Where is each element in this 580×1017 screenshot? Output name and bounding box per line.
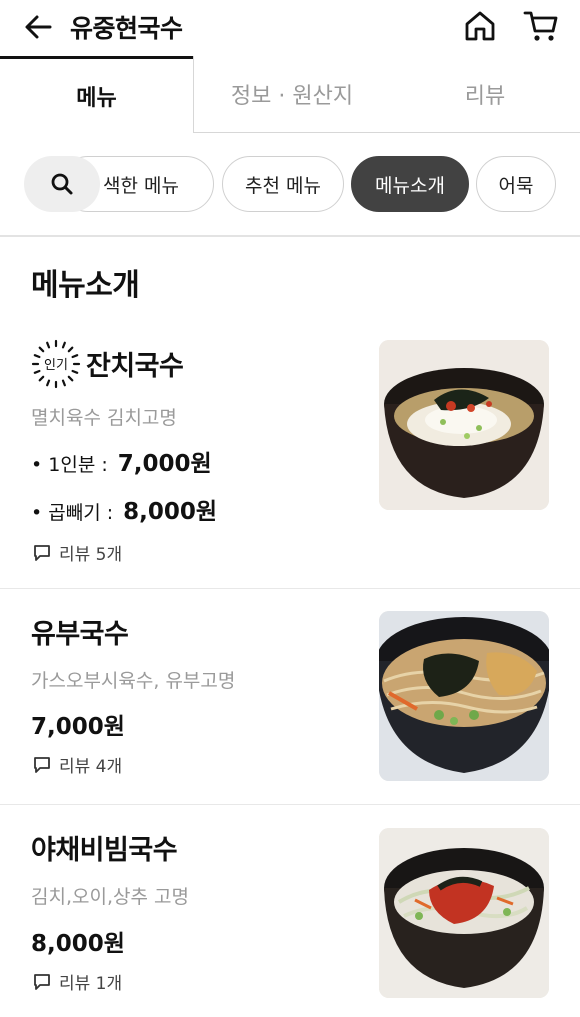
menu-item-name: 유부국수: [31, 619, 129, 650]
svg-text:인기: 인기: [44, 358, 68, 373]
tab-menu[interactable]: 메뉴: [0, 56, 193, 133]
menu-item[interactable]: 유부국수 가스오부시육수, 유부고명 7,000원 리뷰 4개: [0, 596, 580, 796]
review-count-label: 리뷰 4개: [59, 757, 123, 777]
search-button[interactable]: [24, 156, 100, 212]
review-count-label: 리뷰 5개: [59, 545, 123, 565]
comment-icon: [34, 756, 50, 773]
menu-item-photo: [379, 828, 549, 998]
home-button[interactable]: [462, 8, 498, 44]
menu-item[interactable]: 인기 잔치국수 멸치육수 김치고명 • 1인분 : 7,000원 • 곱빼기 :…: [0, 330, 580, 588]
price-value: 8,000원: [123, 499, 218, 525]
chip-recommended[interactable]: 추천 메뉴: [222, 156, 344, 212]
arrow-left-icon: [25, 15, 52, 39]
page-title: 유중현국수: [70, 14, 183, 43]
review-count: 리뷰 4개: [33, 752, 122, 777]
menu-item-name: 야채비빔국수: [31, 835, 178, 866]
item-divider: [0, 804, 580, 805]
tab-bar: 메뉴 정보 · 원산지 리뷰: [0, 56, 580, 133]
review-count-label: 리뷰 1개: [59, 974, 123, 994]
comment-icon: [34, 973, 50, 990]
price-row: • 1인분 : 7,000원: [31, 444, 212, 478]
review-count: 리뷰 5개: [33, 540, 122, 565]
price-row: • 곱빼기 : 8,000원: [31, 492, 217, 526]
popular-badge-icon: 인기: [31, 339, 81, 389]
section-divider: [0, 235, 580, 237]
price-label: • 1인분 :: [31, 454, 108, 476]
chip-fishcake[interactable]: 어묵: [476, 156, 556, 212]
tab-review[interactable]: 리뷰: [390, 56, 580, 133]
top-bar: 유중현국수: [0, 0, 580, 56]
menu-item[interactable]: 야채비빔국수 김치,오이,상추 고명 8,000원 리뷰 1개: [0, 812, 580, 1017]
home-icon: [465, 11, 495, 41]
chip-menu-intro[interactable]: 메뉴소개: [351, 156, 469, 212]
menu-item-description: 가스오부시육수, 유부고명: [31, 670, 236, 692]
cart-button[interactable]: [522, 8, 560, 44]
menu-item-description: 김치,오이,상추 고명: [31, 886, 189, 908]
search-icon: [51, 173, 73, 195]
price-value: 7,000원: [31, 714, 125, 740]
tab-info-origin[interactable]: 정보 · 원산지: [193, 56, 390, 133]
price-value: 7,000원: [117, 451, 212, 477]
section-title: 메뉴소개: [31, 268, 140, 303]
back-button[interactable]: [22, 10, 56, 44]
price-value: 8,000원: [31, 931, 125, 957]
comment-icon: [34, 544, 50, 561]
menu-item-description: 멸치육수 김치고명: [31, 407, 177, 429]
menu-item-photo: [379, 611, 549, 781]
menu-item-name: 잔치국수: [86, 351, 184, 382]
cart-icon: [523, 11, 558, 41]
category-chips: 색한 메뉴 추천 메뉴 메뉴소개 어묵: [0, 133, 580, 236]
menu-item-photo: [379, 340, 549, 510]
price-label: • 곱빼기 :: [31, 502, 114, 524]
review-count: 리뷰 1개: [33, 969, 122, 994]
item-divider: [0, 588, 580, 589]
